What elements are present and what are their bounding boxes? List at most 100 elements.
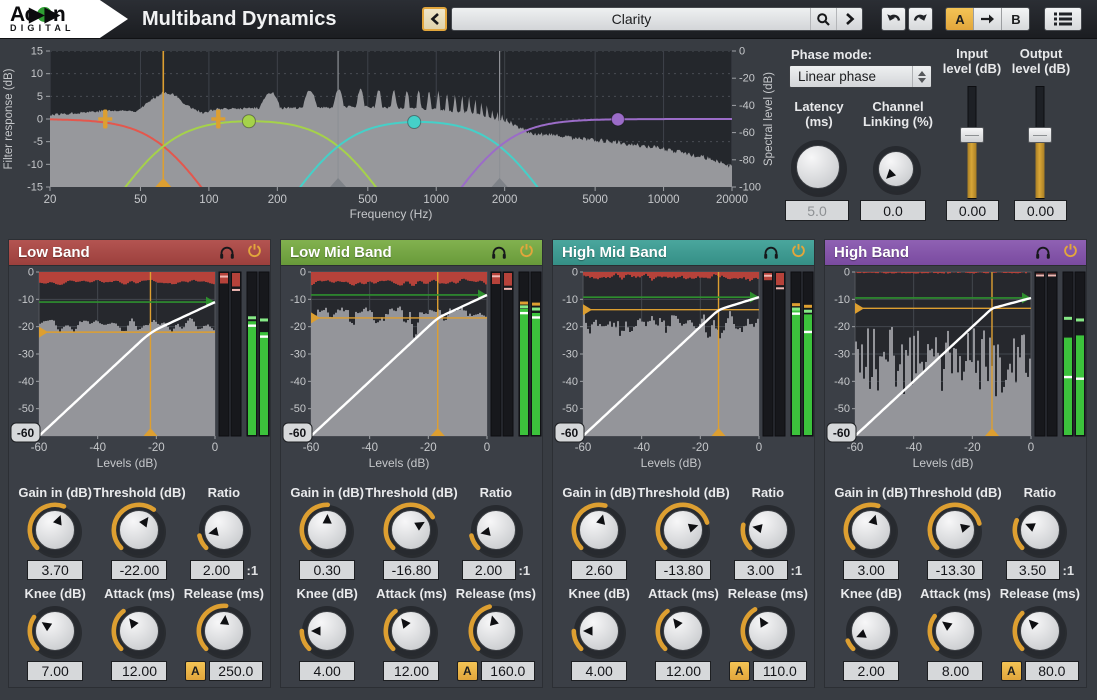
redo-button[interactable] — [908, 7, 933, 31]
band-transfer-graph[interactable]: 0-10-20-30-40-50-60-40-200Levels (dB)-60 — [825, 266, 1088, 472]
solo-headphones-icon[interactable] — [1035, 245, 1051, 260]
ratio-value[interactable]: 2.00 — [462, 560, 516, 580]
preset-search-button[interactable] — [810, 8, 836, 30]
gain-value[interactable]: 3.70 — [27, 560, 83, 580]
output-level-slider[interactable] — [1027, 86, 1053, 199]
phase-mode-select[interactable]: Linear phase — [789, 65, 932, 88]
attack-value[interactable]: 12.00 — [111, 661, 167, 681]
solo-headphones-icon[interactable] — [491, 245, 507, 260]
preset-name[interactable]: Clarity — [452, 8, 810, 30]
ratio-knob[interactable] — [196, 502, 252, 558]
crossover-graph[interactable]: 151050-5-10-150-20-40-60-80-100205010020… — [0, 39, 782, 233]
attack-knob[interactable] — [383, 603, 439, 659]
ratio-knob[interactable] — [1012, 502, 1068, 558]
solo-headphones-icon[interactable] — [763, 245, 779, 260]
gain-knob[interactable] — [299, 502, 355, 558]
threshold-value[interactable]: -13.30 — [927, 560, 983, 580]
release-value[interactable]: 80.0 — [1025, 661, 1079, 681]
input-level-value[interactable]: 0.00 — [946, 200, 999, 221]
band-header[interactable]: Low Mid Band — [281, 240, 542, 266]
ratio-knob[interactable] — [468, 502, 524, 558]
power-icon[interactable] — [247, 243, 262, 263]
svg-text:-20: -20 — [18, 321, 34, 333]
knee-value[interactable]: 7.00 — [27, 661, 83, 681]
auto-release-button[interactable]: A — [729, 661, 750, 681]
threshold-value[interactable]: -22.00 — [111, 560, 167, 580]
input-level-slider[interactable] — [959, 86, 985, 199]
gain-knob[interactable] — [843, 502, 899, 558]
ab-a-button[interactable]: A — [946, 8, 974, 30]
threshold-knob[interactable] — [383, 502, 439, 558]
threshold-knob[interactable] — [111, 502, 167, 558]
attack-knob[interactable] — [927, 603, 983, 659]
auto-release-button[interactable]: A — [457, 661, 478, 681]
channel-linking-knob[interactable] — [870, 143, 922, 195]
attack-label: Attack (ms) — [376, 586, 447, 601]
undo-button[interactable] — [881, 7, 906, 31]
ab-compare-control[interactable]: A B — [945, 7, 1030, 31]
knee-value[interactable]: 4.00 — [299, 661, 355, 681]
attack-knob[interactable] — [111, 603, 167, 659]
svg-text:Levels (dB): Levels (dB) — [641, 456, 702, 470]
ab-copy-button[interactable] — [974, 8, 1002, 30]
band-header[interactable]: Low Band — [9, 240, 270, 266]
menu-button[interactable] — [1044, 7, 1082, 31]
power-icon[interactable] — [1063, 243, 1078, 263]
band-header[interactable]: High Mid Band — [553, 240, 814, 266]
spinner-arrows-icon[interactable] — [912, 66, 931, 87]
param-threshold: Threshold (dB) -22.00 — [97, 485, 181, 580]
threshold-value[interactable]: -16.80 — [383, 560, 439, 580]
knee-value[interactable]: 4.00 — [571, 661, 627, 681]
ratio-value[interactable]: 3.00 — [734, 560, 788, 580]
knee-knob[interactable] — [571, 603, 627, 659]
knee-knob[interactable] — [27, 603, 83, 659]
gain-knob[interactable] — [27, 502, 83, 558]
release-value[interactable]: 250.0 — [209, 661, 263, 681]
slider-handle[interactable] — [960, 127, 984, 143]
svg-text:-60: -60 — [17, 426, 35, 440]
threshold-value[interactable]: -13.80 — [655, 560, 711, 580]
knee-knob[interactable] — [843, 603, 899, 659]
power-icon[interactable] — [791, 243, 806, 263]
power-icon[interactable] — [519, 243, 534, 263]
attack-value[interactable]: 12.00 — [655, 661, 711, 681]
auto-release-button[interactable]: A — [185, 661, 206, 681]
ab-b-button[interactable]: B — [1002, 8, 1029, 30]
preset-prev-button[interactable] — [422, 7, 447, 31]
release-value[interactable]: 110.0 — [753, 661, 807, 681]
release-value[interactable]: 160.0 — [481, 661, 535, 681]
release-knob[interactable] — [468, 603, 524, 659]
band-transfer-graph[interactable]: 0-10-20-30-40-50-60-40-200Levels (dB)-60 — [281, 266, 544, 472]
threshold-knob[interactable] — [927, 502, 983, 558]
auto-release-button[interactable]: A — [1001, 661, 1022, 681]
ratio-value[interactable]: 2.00 — [190, 560, 244, 580]
knee-value[interactable]: 2.00 — [843, 661, 899, 681]
gain-value[interactable]: 2.60 — [571, 560, 627, 580]
preset-next-button[interactable] — [836, 8, 862, 30]
attack-knob[interactable] — [655, 603, 711, 659]
output-level-value[interactable]: 0.00 — [1014, 200, 1067, 221]
slider-handle[interactable] — [1028, 127, 1052, 143]
channel-linking-value[interactable]: 0.0 — [860, 200, 926, 221]
ratio-value[interactable]: 3.50 — [1006, 560, 1060, 580]
ratio-knob[interactable] — [740, 502, 796, 558]
release-knob[interactable] — [196, 603, 252, 659]
preset-bar[interactable]: Clarity — [451, 7, 863, 31]
release-knob[interactable] — [1012, 603, 1068, 659]
band-transfer-graph[interactable]: 0-10-20-30-40-50-60-40-200Levels (dB)-60 — [553, 266, 816, 472]
release-knob[interactable] — [740, 603, 796, 659]
gain-value[interactable]: 0.30 — [299, 560, 355, 580]
threshold-knob[interactable] — [655, 502, 711, 558]
svg-text:Spectral level (dB): Spectral level (dB) — [763, 72, 775, 166]
svg-text:-30: -30 — [834, 349, 850, 361]
band-header[interactable]: High Band — [825, 240, 1086, 266]
attack-value[interactable]: 12.00 — [383, 661, 439, 681]
latency-knob[interactable] — [788, 137, 848, 197]
attack-value[interactable]: 8.00 — [927, 661, 983, 681]
gain-knob[interactable] — [571, 502, 627, 558]
gain-value[interactable]: 3.00 — [843, 560, 899, 580]
band-transfer-graph[interactable]: 0-10-20-30-40-50-60-40-200Levels (dB)-60 — [9, 266, 272, 472]
svg-text:-10: -10 — [562, 294, 578, 306]
knee-knob[interactable] — [299, 603, 355, 659]
solo-headphones-icon[interactable] — [219, 245, 235, 260]
